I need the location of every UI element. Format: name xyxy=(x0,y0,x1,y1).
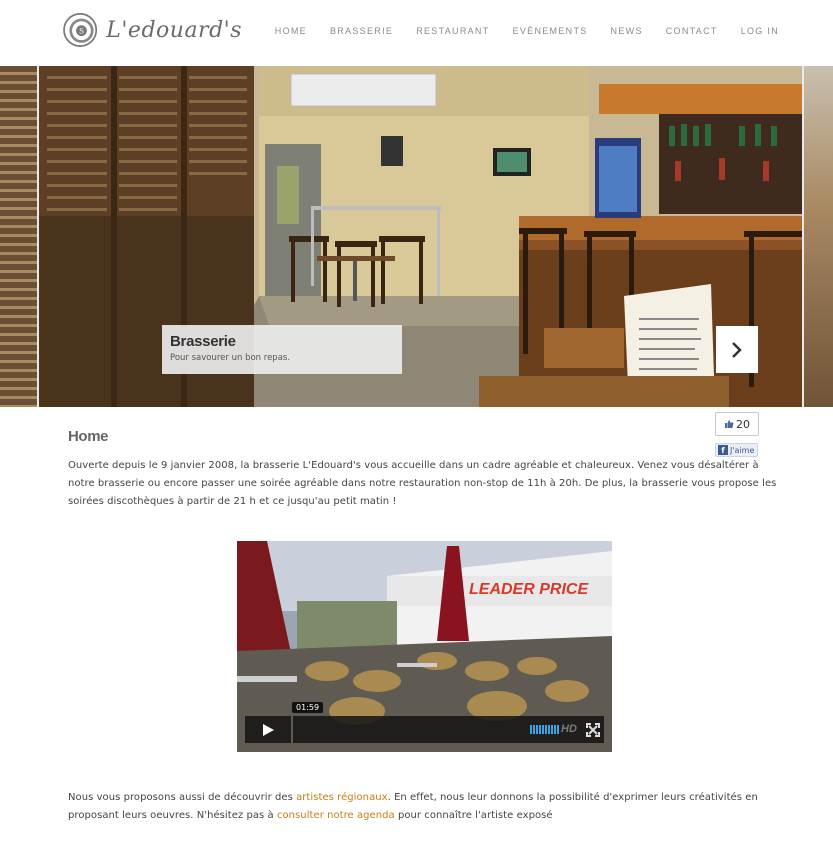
svg-text:S: S xyxy=(79,26,84,35)
brasserie-photo xyxy=(39,66,802,407)
intro-paragraph: Ouverte depuis le 9 janvier 2008, la bra… xyxy=(68,460,777,507)
video-sign-text: LEADER PRICE xyxy=(469,581,589,598)
video-progress-bar[interactable]: HD xyxy=(293,716,604,743)
artists-text-pre: Nous vous proposons aussi de découvrir d… xyxy=(68,792,297,803)
chevron-right-icon xyxy=(732,341,742,358)
slider-next-button[interactable] xyxy=(716,326,758,373)
main-nav: HOME BRASSERIE RESTAURANT EVÈNEMENTS NEW… xyxy=(252,26,779,36)
play-icon xyxy=(263,723,274,736)
hero-slider: Brasserie Pour savourer un bon repas. xyxy=(0,66,833,407)
volume-control[interactable] xyxy=(530,725,559,734)
fullscreen-icon[interactable] xyxy=(586,723,600,737)
site-logo[interactable]: S L'edouard's xyxy=(62,2,242,58)
logo-text: L'edouard's xyxy=(106,17,242,43)
slide-image-brasserie xyxy=(39,66,802,407)
slide-caption: Brasserie Pour savourer un bon repas. xyxy=(162,325,402,374)
page-title: Home xyxy=(68,428,109,445)
video-controls: 01:59 HD xyxy=(245,702,604,743)
artists-paragraph: Nous vous proposons aussi de découvrir d… xyxy=(68,789,778,825)
agenda-link[interactable]: consulter notre agenda xyxy=(277,810,395,821)
facebook-icon: f xyxy=(718,445,728,455)
slide-caption-subtitle: Pour savourer un bon repas. xyxy=(170,353,291,363)
facebook-like-button[interactable]: f J'aime xyxy=(715,443,758,457)
nav-news[interactable]: NEWS xyxy=(611,26,643,36)
hd-toggle[interactable]: HD xyxy=(561,723,577,735)
video-play-button[interactable] xyxy=(245,716,291,743)
like-count-box: 20 xyxy=(715,412,759,436)
logo-swirl-icon: S xyxy=(63,13,98,47)
nav-contact[interactable]: CONTACT xyxy=(666,26,718,36)
video-player[interactable]: LEADER PRICE 01:59 HD xyxy=(237,541,612,752)
artists-text-post: pour connaître l'artiste exposé xyxy=(394,810,553,821)
thumbs-up-icon xyxy=(725,420,734,428)
slide-preview-left[interactable] xyxy=(0,66,37,407)
nav-home[interactable]: HOME xyxy=(275,26,307,36)
slide-preview-right[interactable] xyxy=(804,66,833,407)
like-count: 20 xyxy=(736,417,750,431)
site-header: S L'edouard's HOME BRASSERIE RESTAURANT … xyxy=(0,0,833,66)
artistes-regionaux-link[interactable]: artistes régionaux xyxy=(296,792,388,803)
nav-login[interactable]: LOG IN xyxy=(741,26,779,36)
like-label: J'aime xyxy=(730,445,755,455)
nav-restaurant[interactable]: RESTAURANT xyxy=(416,26,489,36)
video-time: 01:59 xyxy=(292,702,324,713)
nav-brasserie[interactable]: BRASSERIE xyxy=(330,26,393,36)
nav-evenements[interactable]: EVÈNEMENTS xyxy=(513,26,588,36)
slide-caption-title: Brasserie xyxy=(170,333,236,350)
